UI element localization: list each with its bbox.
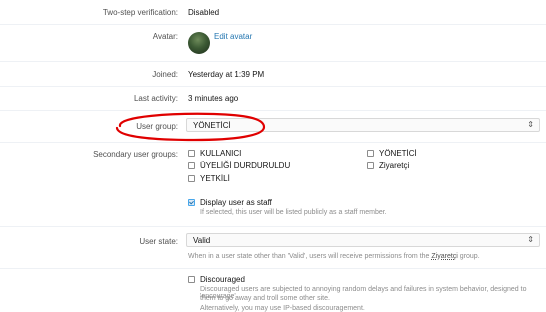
staff-hint: If selected, this user will be listed pu… bbox=[200, 209, 387, 216]
discouraged-hint-2: them to go away and troll some other sit… bbox=[200, 295, 330, 302]
edit-avatar-link[interactable]: Edit avatar bbox=[214, 32, 252, 41]
divider bbox=[0, 86, 546, 87]
two-step-label: Two-step verification: bbox=[102, 8, 178, 17]
divider bbox=[0, 142, 546, 143]
joined-label: Joined: bbox=[152, 70, 178, 79]
last-activity-label: Last activity: bbox=[133, 94, 178, 103]
checkbox[interactable] bbox=[367, 162, 374, 169]
avatar-label: Avatar: bbox=[152, 32, 178, 41]
checkbox[interactable] bbox=[188, 276, 195, 283]
user-state-select[interactable]: Valid ⇕ bbox=[186, 233, 540, 247]
checkbox[interactable] bbox=[188, 150, 195, 157]
checkbox[interactable] bbox=[188, 175, 195, 182]
secondary-group-option[interactable]: Ziyaretçi bbox=[367, 161, 409, 170]
secondary-group-option[interactable]: KULLANICI bbox=[188, 149, 241, 158]
checkbox-checked[interactable] bbox=[188, 199, 195, 206]
user-state-label: User state: bbox=[139, 237, 178, 246]
divider bbox=[0, 110, 546, 111]
red-circle-annotation bbox=[115, 112, 266, 142]
discouraged-label: Discouraged bbox=[200, 275, 245, 284]
staff-label: Display user as staff bbox=[200, 198, 272, 207]
user-state-selected: Valid bbox=[193, 236, 211, 245]
user-state-hint: When in a user state other than 'Valid',… bbox=[188, 253, 480, 260]
discouraged-option[interactable]: Discouraged bbox=[188, 275, 245, 284]
checkbox[interactable] bbox=[188, 162, 195, 169]
avatar[interactable] bbox=[188, 32, 210, 54]
divider bbox=[0, 24, 546, 25]
two-step-value: Disabled bbox=[188, 8, 220, 17]
secondary-group-option[interactable]: ÜYELİĞİ DURDURULDU bbox=[188, 161, 290, 170]
divider bbox=[0, 61, 546, 62]
secondary-group-option[interactable]: YÖNETİCİ bbox=[367, 149, 417, 158]
last-activity-value: 3 minutes ago bbox=[188, 94, 239, 103]
select-arrows-icon: ⇕ bbox=[527, 120, 534, 129]
checkbox[interactable] bbox=[367, 150, 374, 157]
select-arrows-icon: ⇕ bbox=[527, 235, 534, 244]
divider bbox=[0, 268, 546, 269]
secondary-group-option[interactable]: YETKİLİ bbox=[188, 174, 230, 183]
ziyaretci-group-link[interactable]: Ziyaretçi bbox=[431, 253, 457, 260]
secondary-groups-label: Secondary user groups: bbox=[93, 150, 178, 159]
divider bbox=[0, 226, 546, 227]
discouraged-hint-3: Alternatively, you may use IP-based disc… bbox=[200, 305, 365, 312]
joined-value: Yesterday at 1:39 PM bbox=[188, 70, 265, 79]
staff-option[interactable]: Display user as staff bbox=[188, 198, 272, 207]
